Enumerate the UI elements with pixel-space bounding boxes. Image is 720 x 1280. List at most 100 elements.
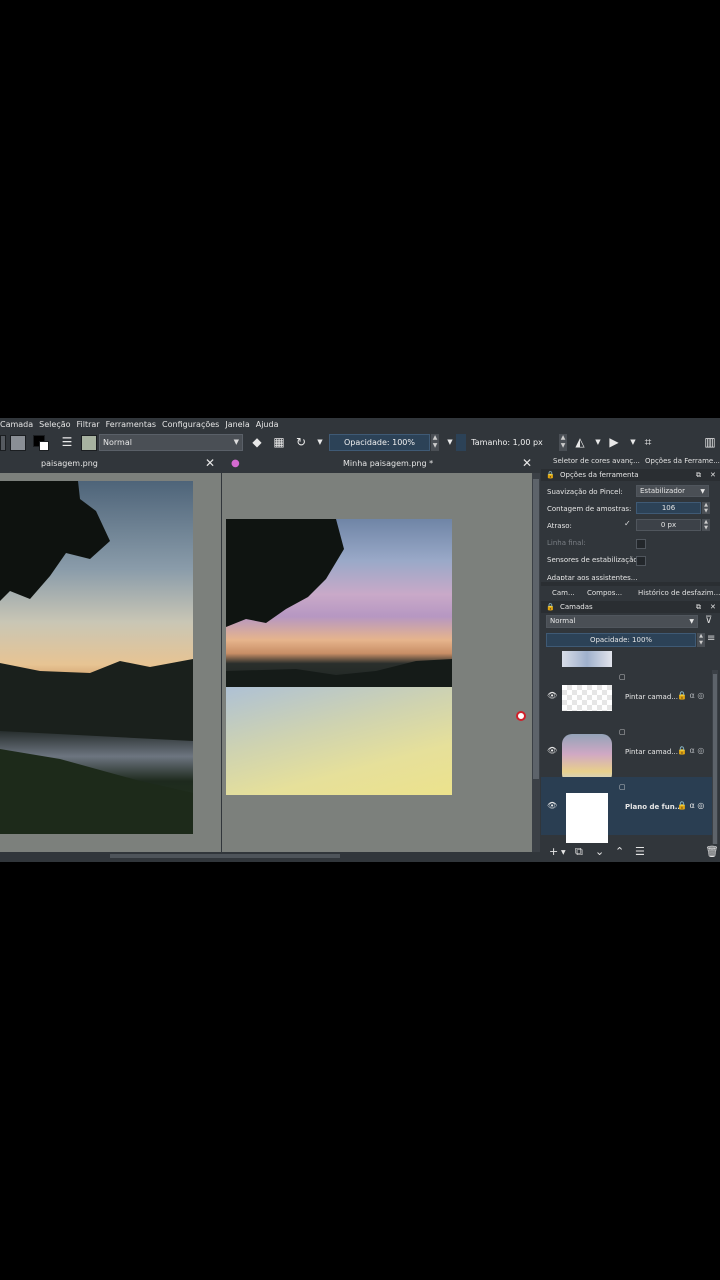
menu-ajuda[interactable]: Ajuda	[256, 420, 279, 429]
menu-selecao[interactable]: Seleção	[39, 420, 70, 429]
layer-scrollbar[interactable]	[712, 670, 718, 860]
visibility-eye-icon[interactable]: 👁	[547, 691, 557, 700]
blend-mode-value: Normal	[103, 438, 132, 447]
finish-line-checkbox[interactable]	[636, 539, 646, 549]
layer-row[interactable]: ▢ 👁 Pintar camad... 🔒 α ◎	[547, 673, 711, 727]
layer-opacity-slider[interactable]: Opacidade: 100%	[546, 633, 696, 647]
chevron-down-icon[interactable]: ▼	[626, 435, 640, 449]
mirror-vertical-icon[interactable]: ▶	[607, 435, 621, 449]
size-slider-fill	[456, 434, 466, 451]
add-layer-icon[interactable]: +	[549, 845, 558, 858]
sample-count-spinner[interactable]: ▲ ▼	[702, 502, 710, 514]
panel-toggle-icon[interactable]: ▥	[703, 435, 717, 449]
layer-row[interactable]: ▢ 👁 Pintar camad... 🔒 α ◎	[547, 728, 711, 784]
canvas-minha-paisagem[interactable]	[222, 473, 532, 857]
layer-properties-icons[interactable]: 🔒 α ◎	[677, 691, 704, 700]
chevron-down-icon[interactable]: ▼	[443, 435, 457, 449]
opacity-slider[interactable]: Opacidade: 100%	[329, 434, 430, 451]
menu-ferramentas[interactable]: Ferramentas	[106, 420, 156, 429]
size-spinner[interactable]: ▲ ▼	[559, 434, 567, 451]
close-icon[interactable]: ✕	[710, 601, 716, 613]
background-color-swatch[interactable]	[39, 441, 49, 451]
menu-camada[interactable]: Camada	[0, 420, 33, 429]
lock-icon[interactable]: 🔒	[546, 601, 555, 613]
color-wheel-icon: ●	[231, 458, 240, 469]
float-icon[interactable]: ⧉	[696, 601, 701, 613]
menu-janela[interactable]: Janela	[225, 420, 249, 429]
edge-swatch[interactable]	[0, 435, 6, 451]
docker-panel: Seletor de cores avanç... Opções da Ferr…	[541, 455, 720, 862]
layer-opacity-spinner[interactable]: ▲ ▼	[697, 633, 705, 647]
close-icon[interactable]: ✕	[522, 457, 532, 469]
wrap-around-icon[interactable]: ⌗	[641, 435, 655, 449]
tool-options-title: Opções da ferramenta	[560, 471, 639, 479]
brush-settings-icon[interactable]: ☰	[60, 435, 74, 449]
sample-count-field[interactable]: 106	[636, 502, 701, 514]
scroll-thumb[interactable]	[713, 674, 717, 854]
tool-options-header: 🔒 Opções da ferramenta ⧉ ✕	[541, 469, 720, 481]
horizontal-scrollbar[interactable]	[0, 852, 540, 860]
visibility-eye-icon[interactable]: 👁	[547, 746, 557, 755]
chevron-down-icon[interactable]: ▼	[561, 849, 566, 856]
move-layer-down-icon[interactable]: ⌄	[595, 845, 604, 858]
tab-advanced-color-selector[interactable]: Seletor de cores avanç...	[553, 455, 640, 468]
menu-bar: Camada Seleção Filtrar Ferramentas Confi…	[0, 418, 720, 431]
menu-filtrar[interactable]: Filtrar	[77, 420, 100, 429]
menu-configuracoes[interactable]: Configurações	[162, 420, 219, 429]
filter-icon[interactable]: ⊽	[705, 615, 712, 626]
scroll-thumb[interactable]	[110, 854, 340, 858]
move-layer-up-icon[interactable]: ⌃	[615, 845, 624, 858]
smoothing-label: Suavização do Pincel:	[547, 488, 623, 496]
visibility-eye-icon[interactable]: 👁	[547, 801, 557, 810]
reload-preset-icon[interactable]: ↻	[294, 435, 308, 449]
stabilize-sensors-checkbox[interactable]	[636, 556, 646, 566]
tab-undo-history[interactable]: Histórico de desfazim...	[638, 587, 720, 600]
layer-properties-icons[interactable]: 🔒 α ◎	[677, 801, 704, 810]
chevron-down-icon: ▼	[689, 618, 694, 625]
blend-mode-select[interactable]: Normal ▼	[99, 434, 243, 451]
chevron-down-icon[interactable]: ▼	[313, 435, 327, 449]
delay-checkbox[interactable]: ✓	[624, 519, 631, 528]
canvas-paisagem[interactable]	[0, 473, 221, 857]
layers-title: Camadas	[560, 603, 593, 611]
float-icon[interactable]: ⧉	[696, 469, 701, 481]
tab-paisagem[interactable]: paisagem.png	[41, 455, 98, 472]
delete-layer-icon[interactable]: 🗑	[705, 845, 719, 858]
menu-icon[interactable]: ≡	[707, 633, 715, 644]
smoothing-select[interactable]: Estabilizador ▼	[636, 485, 709, 497]
layer-name: Pintar camad...	[625, 693, 678, 701]
layer-properties-icons[interactable]: 🔒 α ◎	[677, 746, 704, 755]
pattern-swatch[interactable]	[10, 435, 26, 451]
chevron-down-icon[interactable]: ▼	[591, 435, 605, 449]
tab-compositions[interactable]: Compos...	[587, 587, 622, 600]
eraser-icon[interactable]: ◆	[250, 435, 264, 449]
opacity-spinner[interactable]: ▲ ▼	[431, 434, 439, 451]
smoothing-value: Estabilizador	[640, 487, 685, 495]
layer-thumbnail	[562, 685, 612, 711]
layer-type-icon: ▢	[619, 673, 626, 681]
layer-blend-mode-select[interactable]: Normal ▼	[546, 615, 698, 628]
tab-minha-paisagem[interactable]: Minha paisagem.png *	[343, 455, 433, 472]
alpha-lock-icon[interactable]: ▦	[272, 435, 286, 449]
duplicate-layer-icon[interactable]: ⧉	[575, 845, 583, 859]
size-slider[interactable]: Tamanho: 1,00 px	[456, 434, 558, 451]
layer-type-icon: ▢	[619, 728, 626, 736]
close-icon[interactable]: ✕	[710, 469, 716, 481]
delay-field[interactable]: 0 px	[636, 519, 701, 531]
forbidden-cursor-icon	[516, 711, 526, 721]
layer-properties-icon[interactable]: ☰	[635, 845, 645, 858]
scroll-thumb[interactable]	[533, 479, 539, 779]
layer-thumbnail	[566, 793, 608, 843]
lock-icon[interactable]: 🔒	[546, 469, 555, 481]
close-icon[interactable]: ✕	[205, 457, 215, 469]
tab-layers[interactable]: Cam...	[552, 587, 575, 600]
brush-preset-icon[interactable]	[81, 435, 97, 451]
delay-spinner[interactable]: ▲ ▼	[702, 519, 710, 531]
mirror-horizontal-icon[interactable]: ◭	[573, 435, 587, 449]
tab-tool-options[interactable]: Opções da Ferrame...	[645, 455, 720, 468]
layer-row-selected[interactable]: ▢ 👁 Plano de fun... 🔒 α ◎	[547, 783, 711, 843]
layer-name: Pintar camad...	[625, 748, 678, 756]
vertical-scrollbar[interactable]	[532, 473, 540, 857]
finish-line-label: Linha final:	[547, 539, 586, 547]
size-value: Tamanho: 1,00 px	[471, 438, 543, 447]
